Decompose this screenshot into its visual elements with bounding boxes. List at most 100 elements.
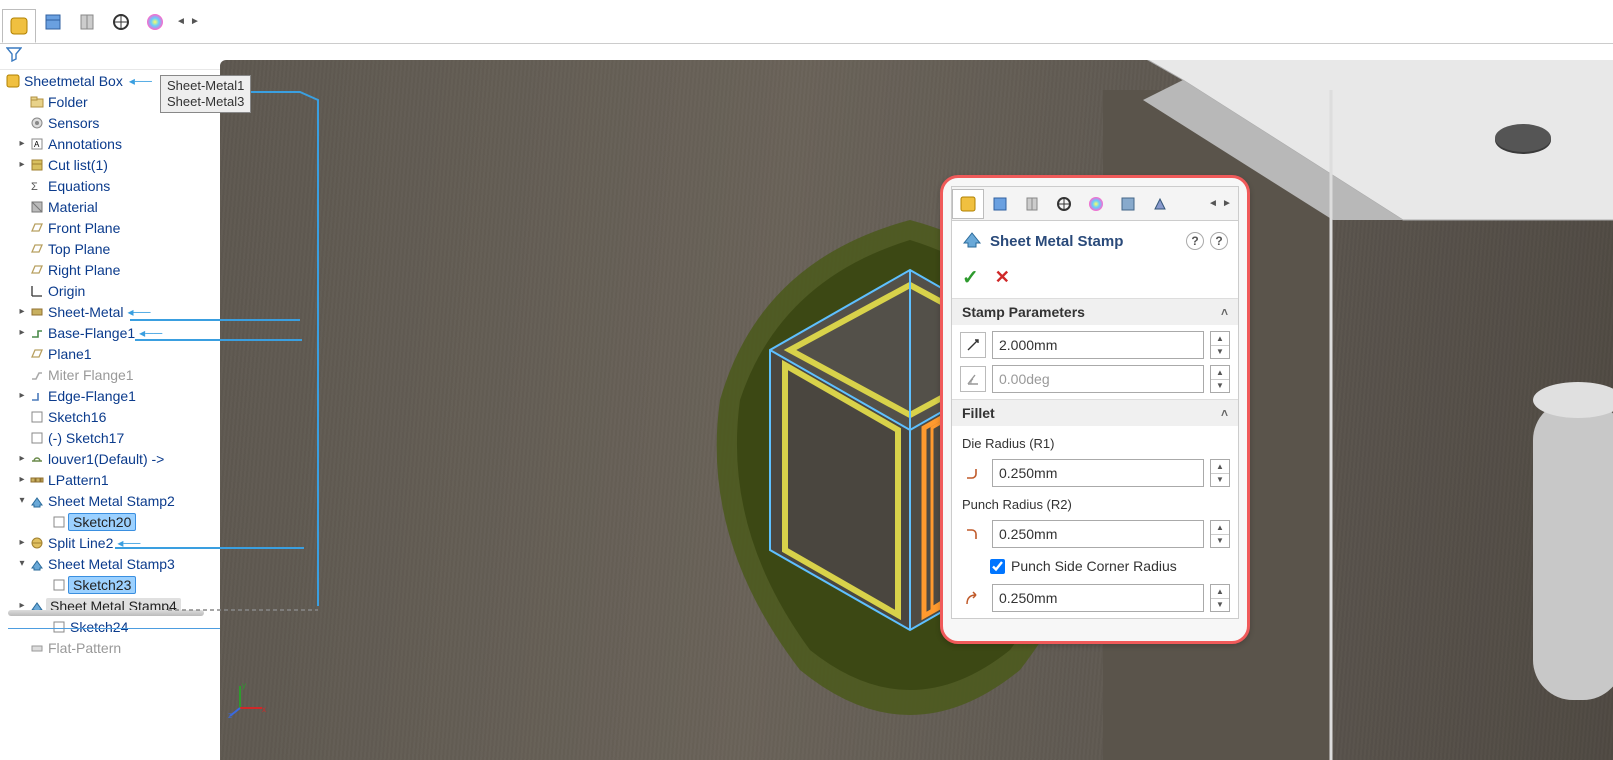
arrow-icon: ◂── — [117, 536, 140, 550]
origin-icon — [28, 283, 46, 299]
panel-tab-dim[interactable] — [1048, 189, 1080, 219]
sensor-icon — [28, 115, 46, 131]
filter-icon[interactable] — [6, 46, 22, 67]
height-spinner[interactable]: ▲▼ — [1210, 331, 1230, 359]
panel-tab-appear[interactable] — [1080, 189, 1112, 219]
cancel-button[interactable]: ✕ — [995, 267, 1010, 288]
mf-icon — [28, 367, 46, 383]
arrow-icon: ◂── — [129, 74, 152, 88]
fm-tab-config[interactable] — [70, 5, 104, 39]
sk-icon — [28, 409, 46, 425]
panel-tab-prop[interactable] — [984, 189, 1016, 219]
stamp-height-input[interactable] — [992, 331, 1204, 359]
tree-item-label: Edge-Flange1 — [46, 388, 136, 404]
angle-icon — [960, 366, 986, 392]
expand-icon[interactable]: ▸ — [16, 159, 28, 170]
fillet-body: Die Radius (R1) ▲▼ Punch Radius (R2) ▲▼ … — [952, 426, 1238, 618]
punch-radius-row: ▲▼ — [960, 520, 1230, 548]
flat-icon — [28, 640, 46, 656]
panel-tab-left[interactable]: ◄ — [1206, 193, 1220, 215]
sm-icon — [28, 304, 46, 320]
corner-spinner[interactable]: ▲▼ — [1210, 584, 1230, 612]
tree-item-label: Sheet Metal Stamp3 — [46, 556, 175, 572]
chevron-up-icon: ˄ — [1221, 305, 1228, 319]
folder-icon — [28, 94, 46, 110]
stamp-params-header[interactable]: Stamp Parameters ˄ — [952, 298, 1238, 325]
fillet-header[interactable]: Fillet ˄ — [952, 399, 1238, 426]
tree-item-label: louver1(Default) -> — [46, 451, 164, 467]
ok-button[interactable]: ✓ — [962, 265, 979, 290]
expand-icon[interactable]: ▸ — [16, 474, 28, 485]
panel-tab-tree[interactable] — [952, 189, 984, 219]
fm-tab-dim[interactable] — [104, 5, 138, 39]
tree-item-label: Plane1 — [46, 346, 92, 362]
die-radius-input[interactable] — [992, 459, 1204, 487]
help-icon[interactable]: ? — [1210, 232, 1228, 250]
tree-item-label: Material — [46, 199, 98, 215]
rollback-bar[interactable] — [8, 610, 204, 616]
panel-tab-extra2[interactable] — [1144, 189, 1176, 219]
plane-icon — [28, 346, 46, 362]
corner-radius-row: ▲▼ — [960, 584, 1230, 612]
tab-scroll: ◄ ► — [174, 11, 202, 33]
3d-viewport[interactable]: y x z — [220, 60, 1613, 760]
tree-item-label: Base-Flange1 — [46, 325, 135, 341]
tree-item-label: Right Plane — [46, 262, 120, 278]
corner-radius-icon — [960, 585, 986, 611]
corner-radius-checkbox[interactable] — [990, 559, 1005, 574]
expand-icon[interactable]: ▸ — [16, 537, 28, 548]
stamp-icon — [28, 556, 46, 572]
svg-text:Σ: Σ — [31, 181, 38, 193]
sheet-metal-callout: Sheet-Metal1 Sheet-Metal3 — [160, 75, 251, 113]
panel-tab-extra1[interactable] — [1112, 189, 1144, 219]
expand-icon[interactable]: ▸ — [16, 306, 28, 317]
fm-tab-appearance[interactable] — [138, 5, 172, 39]
eq-icon: Σ — [28, 178, 46, 194]
corner-radius-input[interactable] — [992, 584, 1204, 612]
expand-icon[interactable]: ▸ — [16, 453, 28, 464]
help-prev-icon[interactable]: ? — [1186, 232, 1204, 250]
expand-icon[interactable]: ▾ — [16, 558, 28, 569]
tree-item-label: Sketch23 — [68, 576, 136, 594]
sk-icon — [50, 619, 68, 635]
panel-tab-cfg[interactable] — [1016, 189, 1048, 219]
tab-scroll-right[interactable]: ► — [188, 11, 202, 33]
fm-tab-property[interactable] — [36, 5, 70, 39]
expand-icon[interactable]: ▸ — [16, 390, 28, 401]
tree-item-label: Origin — [46, 283, 85, 299]
lp-icon — [28, 472, 46, 488]
tree-item-label: Sheet-Metal — [46, 304, 123, 320]
tree-item-label: Folder — [46, 94, 88, 110]
plane-icon — [28, 262, 46, 278]
expand-icon[interactable]: ▾ — [16, 495, 28, 506]
tree-item-label: Cut list(1) — [46, 157, 108, 173]
callout-line-2: Sheet-Metal3 — [167, 94, 244, 110]
mat-icon — [28, 199, 46, 215]
fm-tab-tree[interactable] — [2, 9, 36, 43]
corner-radius-check-row: Punch Side Corner Radius — [960, 554, 1230, 578]
cutlist-icon — [28, 157, 46, 173]
stamp-feature-icon — [962, 229, 982, 253]
panel-tab-right[interactable]: ► — [1220, 193, 1234, 215]
die-spinner[interactable]: ▲▼ — [1210, 459, 1230, 487]
svg-text:z: z — [228, 711, 232, 720]
callout-line-1: Sheet-Metal1 — [167, 78, 244, 94]
sk-icon — [28, 430, 46, 446]
tree-item-label: (-) Sketch17 — [46, 430, 124, 446]
punch-spinner[interactable]: ▲▼ — [1210, 520, 1230, 548]
height-icon — [960, 332, 986, 358]
angle-spinner[interactable]: ▲▼ — [1210, 365, 1230, 393]
tree-item-label: Sketch16 — [46, 409, 106, 425]
tree-item-label: Annotations — [46, 136, 122, 152]
expand-icon[interactable]: ▸ — [16, 327, 28, 338]
plane-icon — [28, 220, 46, 236]
expand-icon[interactable]: ▸ — [16, 138, 28, 149]
tab-scroll-left[interactable]: ◄ — [174, 11, 188, 33]
punch-radius-input[interactable] — [992, 520, 1204, 548]
tree-item-label: Flat-Pattern — [46, 640, 121, 656]
panel-tabs: ◄ ► — [952, 187, 1238, 221]
tree-item-label: LPattern1 — [46, 472, 109, 488]
corner-radius-check-label: Punch Side Corner Radius — [1011, 558, 1177, 574]
stamp-angle-input[interactable] — [992, 365, 1204, 393]
stamp-params-body: ▲▼ ▲▼ — [952, 325, 1238, 399]
